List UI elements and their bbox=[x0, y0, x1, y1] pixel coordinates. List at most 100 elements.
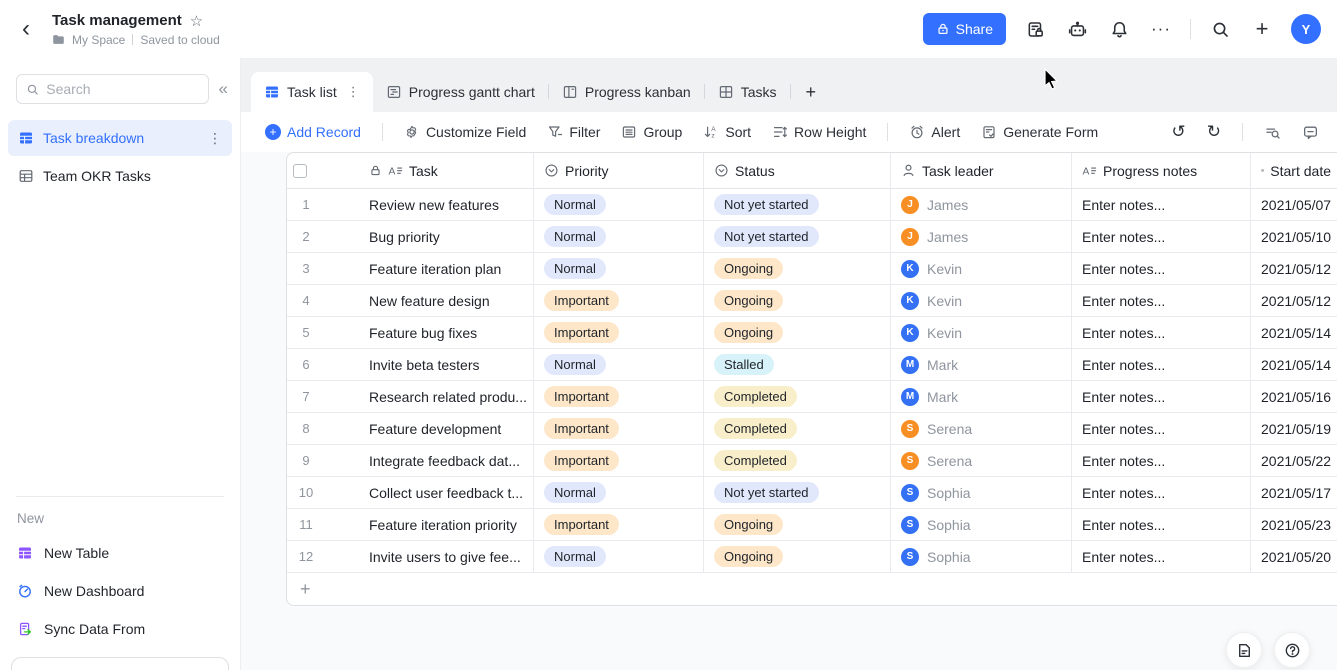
date-cell[interactable]: 2021/05/10 bbox=[1251, 221, 1337, 252]
task-cell[interactable]: New feature design bbox=[359, 285, 534, 316]
notes-cell[interactable]: Enter notes... bbox=[1072, 509, 1251, 540]
status-pill[interactable]: Not yet started bbox=[714, 482, 819, 503]
column-header-task-leader[interactable]: Task leader bbox=[891, 153, 1072, 188]
date-cell[interactable]: 2021/05/16 bbox=[1251, 381, 1337, 412]
task-cell[interactable]: Feature iteration plan bbox=[359, 253, 534, 284]
table-row[interactable]: 5 Feature bug fixes Important Ongoing K … bbox=[287, 317, 1337, 349]
notes-cell[interactable]: Enter notes... bbox=[1072, 381, 1251, 412]
leader-cell[interactable]: S Serena bbox=[891, 445, 1072, 476]
date-cell[interactable]: 2021/05/20 bbox=[1251, 541, 1337, 572]
status-cell[interactable]: Ongoing bbox=[704, 285, 891, 316]
add-view-button[interactable]: + bbox=[791, 72, 832, 112]
filter-button[interactable]: Filter bbox=[547, 124, 600, 140]
redo-button[interactable]: ↻ bbox=[1207, 122, 1221, 142]
priority-pill[interactable]: Normal bbox=[544, 482, 606, 503]
notes-cell[interactable]: Enter notes... bbox=[1072, 317, 1251, 348]
notes-cell[interactable]: Enter notes... bbox=[1072, 477, 1251, 508]
status-pill[interactable]: Completed bbox=[714, 418, 797, 439]
notes-cell[interactable]: Enter notes... bbox=[1072, 189, 1251, 220]
status-pill[interactable]: Not yet started bbox=[714, 194, 819, 215]
row-number-cell[interactable]: 11 bbox=[287, 509, 359, 540]
status-pill[interactable]: Ongoing bbox=[714, 546, 783, 567]
sidebar-item-task-breakdown[interactable]: Task breakdown ⋮ bbox=[8, 120, 232, 156]
help-button[interactable] bbox=[1274, 632, 1310, 668]
leader-cell[interactable]: K Kevin bbox=[891, 285, 1072, 316]
status-cell[interactable]: Not yet started bbox=[704, 189, 891, 220]
sidebar-search-box[interactable] bbox=[16, 74, 209, 104]
status-pill[interactable]: Ongoing bbox=[714, 322, 783, 343]
select-all-cell[interactable] bbox=[287, 153, 359, 188]
table-row[interactable]: 9 Integrate feedback dat... Important Co… bbox=[287, 445, 1337, 477]
leader-cell[interactable]: J James bbox=[891, 189, 1072, 220]
task-cell[interactable]: Research related produ... bbox=[359, 381, 534, 412]
notes-cell[interactable]: Enter notes... bbox=[1072, 221, 1251, 252]
automation-robot-icon[interactable] bbox=[1064, 16, 1090, 42]
status-cell[interactable]: Ongoing bbox=[704, 317, 891, 348]
priority-cell[interactable]: Important bbox=[534, 413, 704, 444]
table-row[interactable]: 12 Invite users to give fee... Normal On… bbox=[287, 541, 1337, 573]
row-number-cell[interactable]: 8 bbox=[287, 413, 359, 444]
row-number-cell[interactable]: 1 bbox=[287, 189, 359, 220]
table-row[interactable]: 8 Feature development Important Complete… bbox=[287, 413, 1337, 445]
status-cell[interactable]: Not yet started bbox=[704, 221, 891, 252]
status-pill[interactable]: Ongoing bbox=[714, 514, 783, 535]
status-pill[interactable]: Not yet started bbox=[714, 226, 819, 247]
leader-cell[interactable]: S Sophia bbox=[891, 477, 1072, 508]
status-pill[interactable]: Ongoing bbox=[714, 258, 783, 279]
new-document-plus-icon[interactable]: + bbox=[1249, 16, 1275, 42]
status-pill[interactable]: Stalled bbox=[714, 354, 774, 375]
task-cell[interactable]: Feature iteration priority bbox=[359, 509, 534, 540]
task-cell[interactable]: Collect user feedback t... bbox=[359, 477, 534, 508]
status-cell[interactable]: Ongoing bbox=[704, 541, 891, 572]
status-pill[interactable]: Completed bbox=[714, 450, 797, 471]
priority-cell[interactable]: Important bbox=[534, 509, 704, 540]
column-header-start-date[interactable]: Start date bbox=[1251, 153, 1337, 188]
table-row[interactable]: 6 Invite beta testers Normal Stalled M M… bbox=[287, 349, 1337, 381]
search-icon[interactable] bbox=[1207, 16, 1233, 42]
notes-cell[interactable]: Enter notes... bbox=[1072, 253, 1251, 284]
group-button[interactable]: Group bbox=[621, 124, 682, 140]
back-button[interactable]: ‹ bbox=[12, 15, 40, 43]
priority-cell[interactable]: Important bbox=[534, 285, 704, 316]
leader-cell[interactable]: M Mark bbox=[891, 381, 1072, 412]
status-cell[interactable]: Ongoing bbox=[704, 253, 891, 284]
table-row[interactable]: 3 Feature iteration plan Normal Ongoing … bbox=[287, 253, 1337, 285]
priority-cell[interactable]: Important bbox=[534, 445, 704, 476]
table-row[interactable]: 10 Collect user feedback t... Normal Not… bbox=[287, 477, 1337, 509]
date-cell[interactable]: 2021/05/12 bbox=[1251, 253, 1337, 284]
tab-progress-gantt-chart[interactable]: Progress gantt chart bbox=[373, 72, 548, 112]
task-cell[interactable]: Invite beta testers bbox=[359, 349, 534, 380]
priority-pill[interactable]: Important bbox=[544, 322, 619, 343]
priority-cell[interactable]: Important bbox=[534, 381, 704, 412]
select-all-checkbox[interactable] bbox=[293, 164, 307, 178]
item-menu-kebab-icon[interactable]: ⋮ bbox=[208, 130, 222, 147]
priority-pill[interactable]: Normal bbox=[544, 258, 606, 279]
notes-cell[interactable]: Enter notes... bbox=[1072, 445, 1251, 476]
permissions-icon[interactable] bbox=[1022, 16, 1048, 42]
notes-cell[interactable]: Enter notes... bbox=[1072, 349, 1251, 380]
priority-pill[interactable]: Important bbox=[544, 386, 619, 407]
sidebar-item-team-okr-tasks[interactable]: Team OKR Tasks bbox=[8, 158, 232, 194]
task-cell[interactable]: Bug priority bbox=[359, 221, 534, 252]
leader-cell[interactable]: J James bbox=[891, 221, 1072, 252]
new-dashboard-button[interactable]: New Dashboard bbox=[0, 572, 240, 610]
priority-cell[interactable]: Normal bbox=[534, 349, 704, 380]
task-cell[interactable]: Review new features bbox=[359, 189, 534, 220]
status-cell[interactable]: Stalled bbox=[704, 349, 891, 380]
row-number-cell[interactable]: 9 bbox=[287, 445, 359, 476]
notes-cell[interactable]: Enter notes... bbox=[1072, 413, 1251, 444]
priority-cell[interactable]: Normal bbox=[534, 189, 704, 220]
priority-pill[interactable]: Important bbox=[544, 290, 619, 311]
priority-cell[interactable]: Normal bbox=[534, 253, 704, 284]
tab-task-list[interactable]: Task list ⋮ bbox=[251, 72, 373, 112]
breadcrumb-space[interactable]: My Space bbox=[72, 33, 125, 47]
leader-cell[interactable]: S Serena bbox=[891, 413, 1072, 444]
status-pill[interactable]: Ongoing bbox=[714, 290, 783, 311]
add-row-button[interactable]: + bbox=[287, 573, 1337, 605]
column-header-priority[interactable]: Priority bbox=[534, 153, 704, 188]
priority-pill[interactable]: Normal bbox=[544, 546, 606, 567]
share-button[interactable]: Share bbox=[923, 13, 1006, 45]
notes-cell[interactable]: Enter notes... bbox=[1072, 285, 1251, 316]
date-cell[interactable]: 2021/05/17 bbox=[1251, 477, 1337, 508]
row-height-button[interactable]: Row Height bbox=[772, 124, 866, 140]
